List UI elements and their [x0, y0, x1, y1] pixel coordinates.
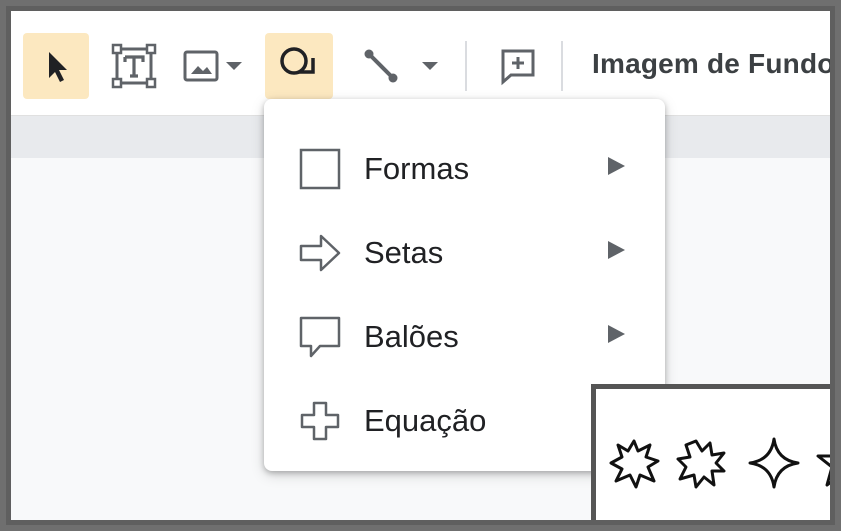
text-box-icon — [111, 43, 157, 89]
shape-row2-4-icon[interactable] — [814, 517, 835, 525]
toolbar-divider — [465, 41, 467, 91]
submenu-arrow-icon — [608, 157, 625, 175]
five-point-star-shape-icon[interactable] — [814, 435, 835, 491]
shape-icon — [280, 47, 315, 75]
chevron-down-icon — [226, 62, 242, 70]
submenu-arrow-icon — [608, 325, 625, 343]
add-comment-icon — [501, 49, 535, 86]
shape-tool-button[interactable] — [265, 33, 333, 99]
explosion-shape-icon[interactable] — [608, 437, 662, 491]
shape-row2-3-icon[interactable] — [746, 517, 800, 525]
image-icon — [183, 50, 219, 82]
add-comment-button[interactable] — [485, 33, 551, 99]
menu-item-setas[interactable]: Setas — [264, 211, 665, 295]
menu-item-label: Balões — [364, 319, 459, 354]
square-icon — [299, 148, 341, 190]
submenu-arrow-icon — [608, 241, 625, 259]
chevron-down-icon — [422, 62, 438, 70]
explosion-2-shape-icon[interactable] — [674, 437, 728, 491]
menu-item-label: Equação — [364, 403, 487, 438]
select-tool-button[interactable] — [23, 33, 89, 99]
app-window: Imagem de Fundo Formas Setas Balões Equa… — [6, 6, 835, 525]
image-tool-button[interactable] — [171, 33, 253, 99]
background-button[interactable]: Imagem de Fundo — [592, 48, 830, 80]
cursor-icon — [49, 52, 67, 82]
menu-item-label: Formas — [364, 151, 470, 186]
line-tool-button[interactable] — [351, 33, 447, 99]
arrow-right-icon — [299, 234, 341, 272]
line-icon — [364, 49, 398, 83]
four-point-star-shape-icon[interactable] — [746, 435, 802, 491]
text-box-tool-button[interactable] — [101, 33, 167, 99]
shapes-submenu — [591, 384, 835, 525]
menu-item-baloes[interactable]: Balões — [264, 295, 665, 379]
callout-icon — [299, 316, 341, 358]
shape-row2-1-icon[interactable] — [608, 517, 662, 525]
menu-item-formas[interactable]: Formas — [264, 127, 665, 211]
menu-item-label: Setas — [364, 235, 444, 270]
shape-row2-2-icon[interactable] — [678, 517, 732, 525]
plus-outline-icon — [300, 401, 340, 441]
toolbar-divider — [561, 41, 563, 91]
